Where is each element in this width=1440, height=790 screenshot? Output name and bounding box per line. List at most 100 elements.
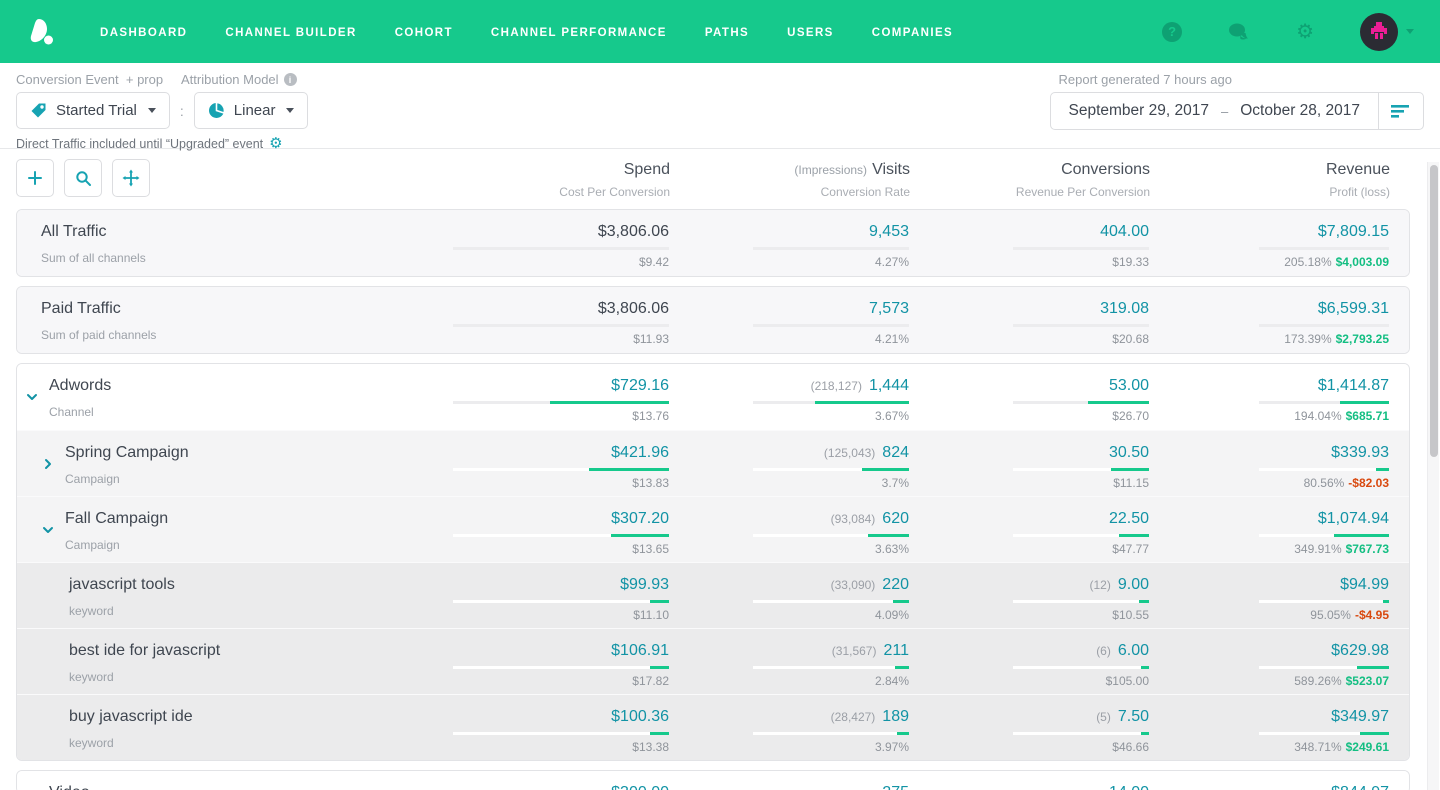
date-end[interactable]: October 28, 2017: [1240, 102, 1360, 120]
help-icon[interactable]: ?: [1162, 22, 1182, 42]
nav-item-cohort[interactable]: Cohort: [395, 27, 453, 39]
user-menu[interactable]: [1360, 13, 1414, 51]
metric-value[interactable]: 275: [882, 784, 909, 790]
metric-sub-value: 3.67%: [669, 409, 909, 423]
nav-item-users[interactable]: Users: [787, 27, 834, 39]
move-icon: [122, 169, 140, 187]
chevron-down-icon[interactable]: [26, 390, 38, 408]
metric-value[interactable]: $6,599.31: [1318, 300, 1389, 317]
proportion-bar-track: [1013, 534, 1149, 537]
metric-value[interactable]: 14.00: [1109, 784, 1149, 790]
metric-value[interactable]: 30.50: [1109, 444, 1149, 461]
metric-value[interactable]: 620: [882, 510, 909, 527]
proportion-bar-track: [1259, 732, 1389, 735]
chevron-down-icon[interactable]: [42, 523, 54, 541]
table-row-video: VideoChannel $300.00 275 14.00 $844.97: [17, 771, 1409, 790]
profit-value: $4,003.09: [1336, 255, 1389, 269]
metric-value[interactable]: 404.00: [1100, 223, 1149, 240]
add-channel-button[interactable]: [16, 159, 54, 197]
column-header-spend[interactable]: SpendCost Per Conversion: [430, 159, 670, 199]
metric-value[interactable]: 7.50: [1118, 708, 1149, 725]
row-name-cell: VideoChannel: [17, 771, 429, 790]
row-title[interactable]: Fall Campaign: [65, 510, 429, 528]
metric-value[interactable]: 220: [882, 576, 909, 593]
metric-value[interactable]: $339.93: [1331, 444, 1389, 461]
row-title[interactable]: Adwords: [49, 377, 429, 395]
nav-menu: Dashboard Channel Builder Cohort Channel Pe…: [100, 23, 953, 41]
metric-value[interactable]: 22.50: [1109, 510, 1149, 527]
metric-value[interactable]: 189: [882, 708, 909, 725]
scrollbar-track[interactable]: [1427, 162, 1439, 790]
metric-value[interactable]: 319.08: [1100, 300, 1149, 317]
metric-value[interactable]: $94.99: [1340, 576, 1389, 593]
nav-item-paths[interactable]: Paths: [705, 27, 749, 39]
row-subtitle: Campaign: [65, 538, 429, 552]
scrollbar-thumb[interactable]: [1430, 165, 1438, 457]
column-header-conversions[interactable]: ConversionsRevenue Per Conversion: [910, 159, 1150, 199]
metric-value[interactable]: 6.00: [1118, 642, 1149, 659]
row-title[interactable]: Spring Campaign: [65, 444, 429, 462]
metric-value[interactable]: $844.97: [1331, 784, 1389, 790]
metric-sub-value: $11.15: [909, 476, 1149, 490]
tag-icon: [30, 102, 47, 119]
nav-item-companies[interactable]: Companies: [872, 27, 953, 39]
cell-spend: $307.20$13.65: [429, 497, 669, 562]
metric-value[interactable]: 9,453: [869, 223, 909, 240]
proportion-bar-track: [1259, 401, 1389, 404]
metric-value[interactable]: $729.16: [611, 377, 669, 394]
metric-value[interactable]: $629.98: [1331, 642, 1389, 659]
cell-visits: (218,127)1,4443.67%: [669, 364, 909, 430]
metric-sub-value: 4.27%: [669, 255, 909, 269]
cell-conv: 319.08$20.68: [909, 287, 1149, 353]
metric-sub-value: 3.7%: [669, 476, 909, 490]
info-icon[interactable]: i: [284, 73, 297, 86]
chevron-right-icon[interactable]: [42, 457, 54, 475]
metric-value[interactable]: $300.00: [611, 784, 669, 790]
metric-sub-value: 80.56%-$82.03: [1149, 476, 1389, 490]
proportion-bar-track: [753, 600, 909, 603]
proportion-bar-fill: [589, 468, 669, 471]
settings-gear-icon[interactable]: ⚙: [1296, 22, 1314, 42]
avatar[interactable]: [1360, 13, 1398, 51]
attribution-model-dropdown[interactable]: Linear: [194, 92, 309, 129]
attribution-logo[interactable]: [26, 15, 60, 49]
nav-item-dashboard[interactable]: Dashboard: [100, 27, 187, 39]
add-prop-link[interactable]: + prop: [126, 72, 163, 87]
cell-visits: (28,427)1893.97%: [669, 695, 909, 760]
row-title[interactable]: best ide for javascript: [69, 642, 429, 660]
metric-value[interactable]: $7,809.15: [1318, 223, 1389, 240]
metric-value[interactable]: $106.91: [611, 642, 669, 659]
search-button[interactable]: [64, 159, 102, 197]
metric-value[interactable]: $1,414.87: [1318, 377, 1389, 394]
conversion-event-dropdown[interactable]: Started Trial: [16, 92, 170, 129]
metric-value[interactable]: 53.00: [1109, 377, 1149, 394]
metric-value[interactable]: $1,074.94: [1318, 510, 1389, 527]
metric-value[interactable]: $421.96: [611, 444, 669, 461]
table-row-spring-campaign: Spring CampaignCampaign$421.96$13.83(125…: [17, 430, 1409, 496]
metric-value[interactable]: 9.00: [1118, 576, 1149, 593]
date-filter-button[interactable]: [1379, 104, 1423, 118]
proportion-bar-fill: [1119, 534, 1149, 537]
nav-item-channel-performance[interactable]: Channel Performance: [491, 27, 667, 39]
metric-value[interactable]: $349.97: [1331, 708, 1389, 725]
chat-icon[interactable]: [1228, 23, 1250, 41]
metric-value[interactable]: $307.20: [611, 510, 669, 527]
column-header-visits[interactable]: (Impressions)VisitsConversion Rate: [670, 159, 910, 199]
nav-right: ? ⚙: [1162, 13, 1414, 51]
row-title[interactable]: javascript tools: [69, 576, 429, 594]
metric-value[interactable]: 824: [882, 444, 909, 461]
metric-value[interactable]: $99.93: [620, 576, 669, 593]
metric-value[interactable]: 211: [883, 642, 909, 659]
row-title[interactable]: buy javascript ide: [69, 708, 429, 726]
date-range-picker[interactable]: September 29, 2017 – October 28, 2017: [1050, 92, 1424, 130]
cell-conv: 404.00$19.33: [909, 210, 1149, 276]
proportion-bar-track: [1013, 468, 1149, 471]
metric-value[interactable]: 7,573: [869, 300, 909, 317]
date-start[interactable]: September 29, 2017: [1069, 102, 1209, 120]
nav-item-channel-builder[interactable]: Channel Builder: [225, 27, 356, 39]
column-header-revenue[interactable]: RevenueProfit (loss): [1150, 159, 1390, 199]
metric-value[interactable]: 1,444: [869, 377, 909, 394]
metric-value[interactable]: $100.36: [611, 708, 669, 725]
row-title[interactable]: Video: [49, 784, 429, 790]
reorder-button[interactable]: [112, 159, 150, 197]
